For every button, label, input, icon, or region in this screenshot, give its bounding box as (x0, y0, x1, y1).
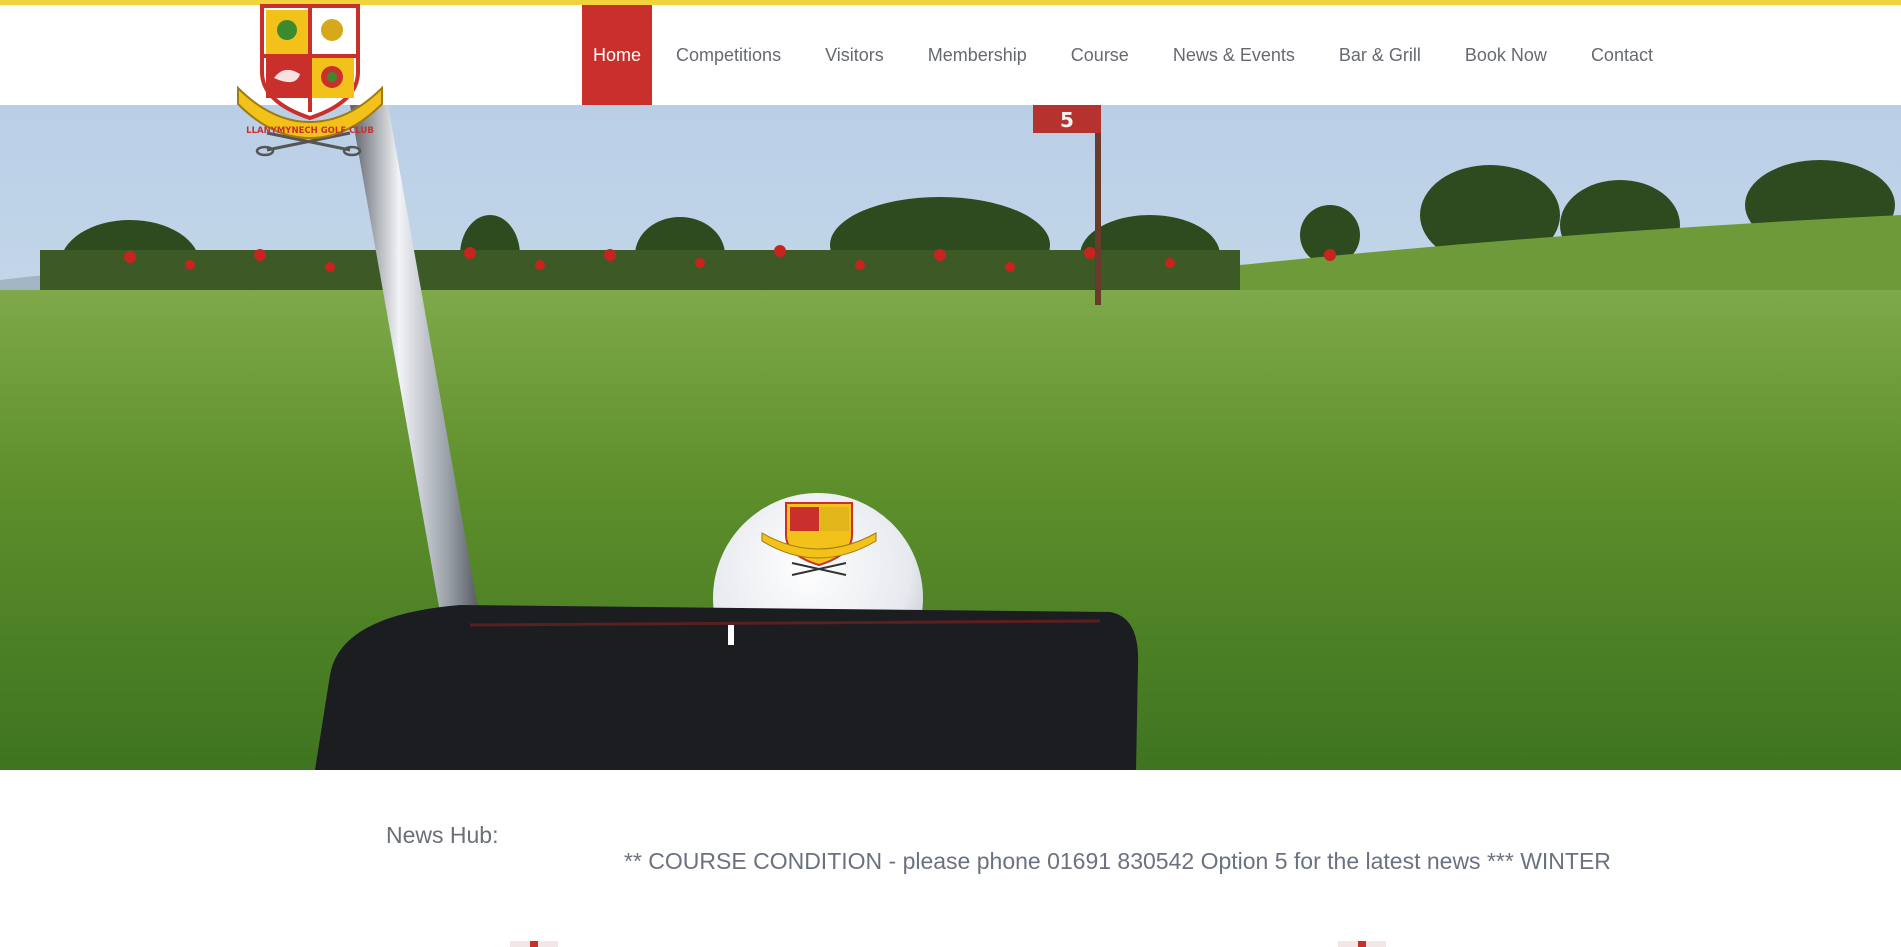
news-ticker-text: ** COURSE CONDITION - please phone 01691… (624, 848, 1612, 874)
main-nav: Home Competitions Visitors Membership Co… (582, 5, 1664, 105)
nav-item-competitions[interactable]: Competitions (665, 5, 792, 105)
hero-golf-photo: 5 (0, 105, 1901, 770)
nav-item-visitors[interactable]: Visitors (814, 5, 895, 105)
nav-item-membership[interactable]: Membership (917, 5, 1038, 105)
flag-number: 5 (1060, 108, 1074, 132)
news-hub-label: News Hub: (386, 822, 499, 848)
news-hub: News Hub: ** COURSE CONDITION - please p… (0, 770, 1901, 947)
svg-text:LLANYMYNECH GOLF CLUB: LLANYMYNECH GOLF CLUB (246, 126, 374, 136)
hero-banner: 5 (0, 105, 1901, 770)
news-ticker[interactable]: ** COURSE CONDITION - please phone 01691… (624, 848, 1612, 882)
crest-thumbnail-icon (1338, 941, 1386, 947)
club-crest-icon: LLANYMYNECH GOLF CLUB (237, 4, 383, 157)
nav-item-course[interactable]: Course (1060, 5, 1140, 105)
nav-item-bar-grill[interactable]: Bar & Grill (1328, 5, 1432, 105)
crest-thumbnail-icon (510, 941, 558, 947)
nav-item-contact[interactable]: Contact (1580, 5, 1664, 105)
nav-item-book-now[interactable]: Book Now (1454, 5, 1558, 105)
club-crest-logo[interactable]: LLANYMYNECH GOLF CLUB (232, 0, 388, 162)
nav-item-news-events[interactable]: News & Events (1162, 5, 1306, 105)
nav-item-home[interactable]: Home (582, 5, 653, 105)
